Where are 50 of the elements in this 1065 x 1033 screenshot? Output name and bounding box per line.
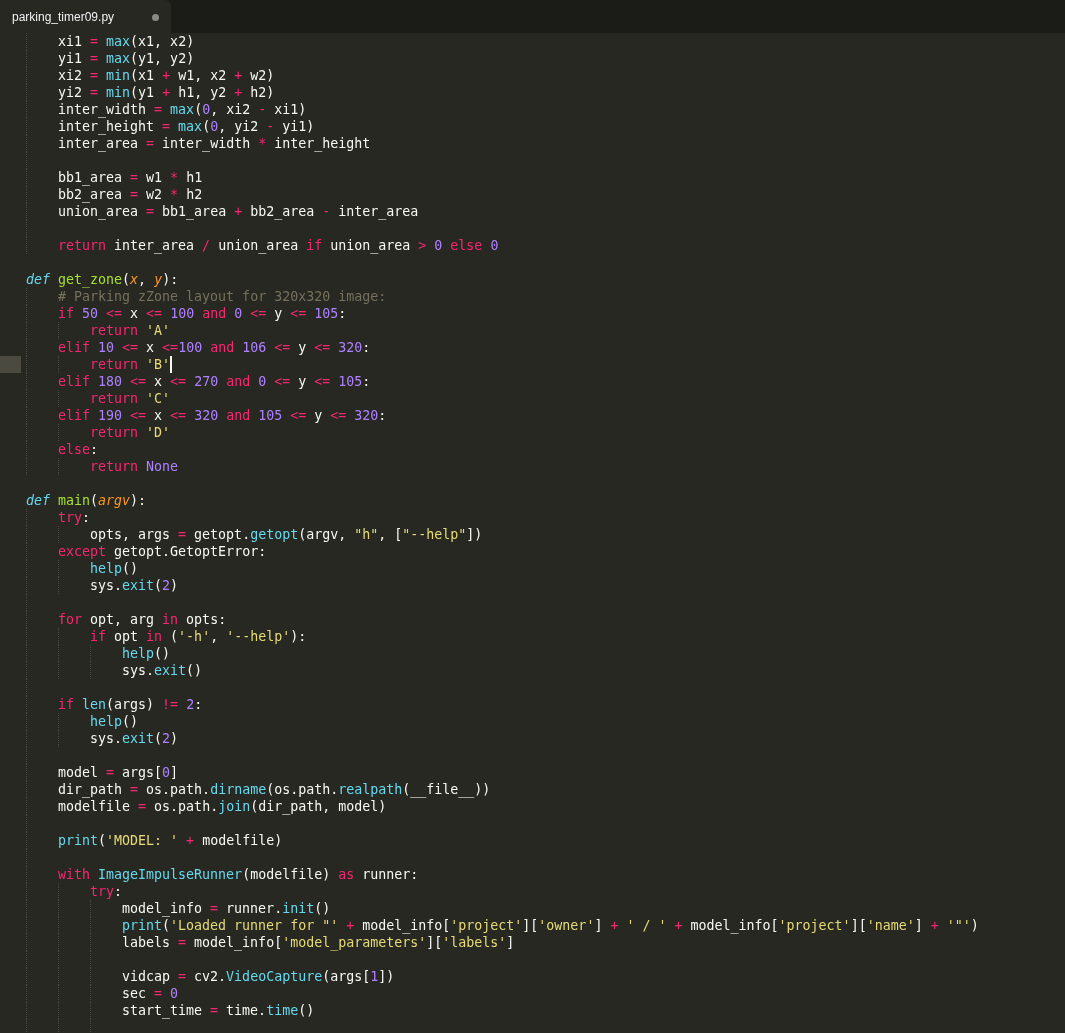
code-line: sec = 0 [122, 985, 179, 1002]
code-line: sys.exit() [122, 662, 203, 679]
code-line: elif 190 <= x <= 320 and 105 <= y <= 320: [58, 407, 387, 424]
file-tab[interactable]: parking_timer09.py [0, 0, 171, 33]
code-line: # Parking zZone layout for 320x320 image: [58, 288, 387, 305]
code-line: model_info = runner.init() [122, 900, 331, 917]
code-line: return 'D' [90, 424, 171, 441]
code-line: else: [58, 441, 99, 458]
code-line: return 'B' [90, 356, 171, 373]
code-line: elif 180 <= x <= 270 and 0 <= y <= 105: [58, 373, 371, 390]
code-line: dir_path = os.path.dirname(os.path.realpath(__file__)) [58, 781, 491, 798]
code-line: if 50 <= x <= 100 and 0 <= y <= 105: [58, 305, 347, 322]
code-line: print('MODEL: ' + modelfile) [58, 832, 283, 849]
code-line: return None [90, 458, 179, 475]
code-line: for opt, arg in opts: [58, 611, 227, 628]
code-line: return inter_area / union_area if union_area > 0 else 0 [58, 237, 499, 254]
code-line: return 'C' [90, 390, 171, 407]
code-line: labels = model_info['model_parameters']['labels'] [122, 934, 515, 951]
code-line: help() [90, 713, 139, 730]
code-line: yi2 = min(y1 + h1, y2 + h2) [58, 84, 275, 101]
code-line: try: [90, 883, 123, 900]
code-line: except getopt.GetoptError: [58, 543, 267, 560]
code-line: sys.exit(2) [90, 577, 179, 594]
code-line: if len(args) != 2: [58, 696, 203, 713]
code-line: elif 10 <= x <=100 and 106 <= y <= 320: [58, 339, 371, 356]
code-line: with ImageImpulseRunner(modelfile) as runner: [58, 866, 419, 883]
code-line: vidcap = cv2.VideoCapture(args[1]) [122, 968, 395, 985]
code-line: model = args[0] [58, 764, 179, 781]
code-line: start_time = time.time() [122, 1002, 315, 1019]
code-line: inter_width = max(0, xi2 - xi1) [58, 101, 307, 118]
code-line: yi1 = max(y1, y2) [58, 50, 195, 67]
code-line: xi2 = min(x1 + w1, x2 + w2) [58, 67, 275, 84]
text-cursor [170, 356, 173, 373]
code-line: inter_height = max(0, yi2 - yi1) [58, 118, 315, 135]
code-line: try: [58, 509, 91, 526]
code-line: def get_zone(x, y): [26, 271, 179, 288]
code-line: help() [90, 560, 139, 577]
code-line: bb1_area = w1 * h1 [58, 169, 203, 186]
code-line: print('Loaded runner for "' + model_info['project']['owner'] + ' / ' + model_info['project']['name'] + '"') [122, 917, 979, 934]
code-line: help() [122, 645, 171, 662]
code-line: def main(argv): [26, 492, 147, 509]
code-line: xi1 = max(x1, x2) [58, 33, 195, 50]
code-line: return 'A' [90, 322, 171, 339]
code-line: inter_area = inter_width * inter_height [58, 135, 371, 152]
code-line: bb2_area = w2 * h2 [58, 186, 203, 203]
code-line: opts, args = getopt.getopt(argv, "h", ["--help"]) [90, 526, 483, 543]
code-line: sys.exit(2) [90, 730, 179, 747]
code-line: modelfile = os.path.join(dir_path, model) [58, 798, 387, 815]
code-line: union_area = bb1_area + bb2_area - inter_area [58, 203, 419, 220]
code-line: if opt in ('-h', '--help'): [90, 628, 307, 645]
